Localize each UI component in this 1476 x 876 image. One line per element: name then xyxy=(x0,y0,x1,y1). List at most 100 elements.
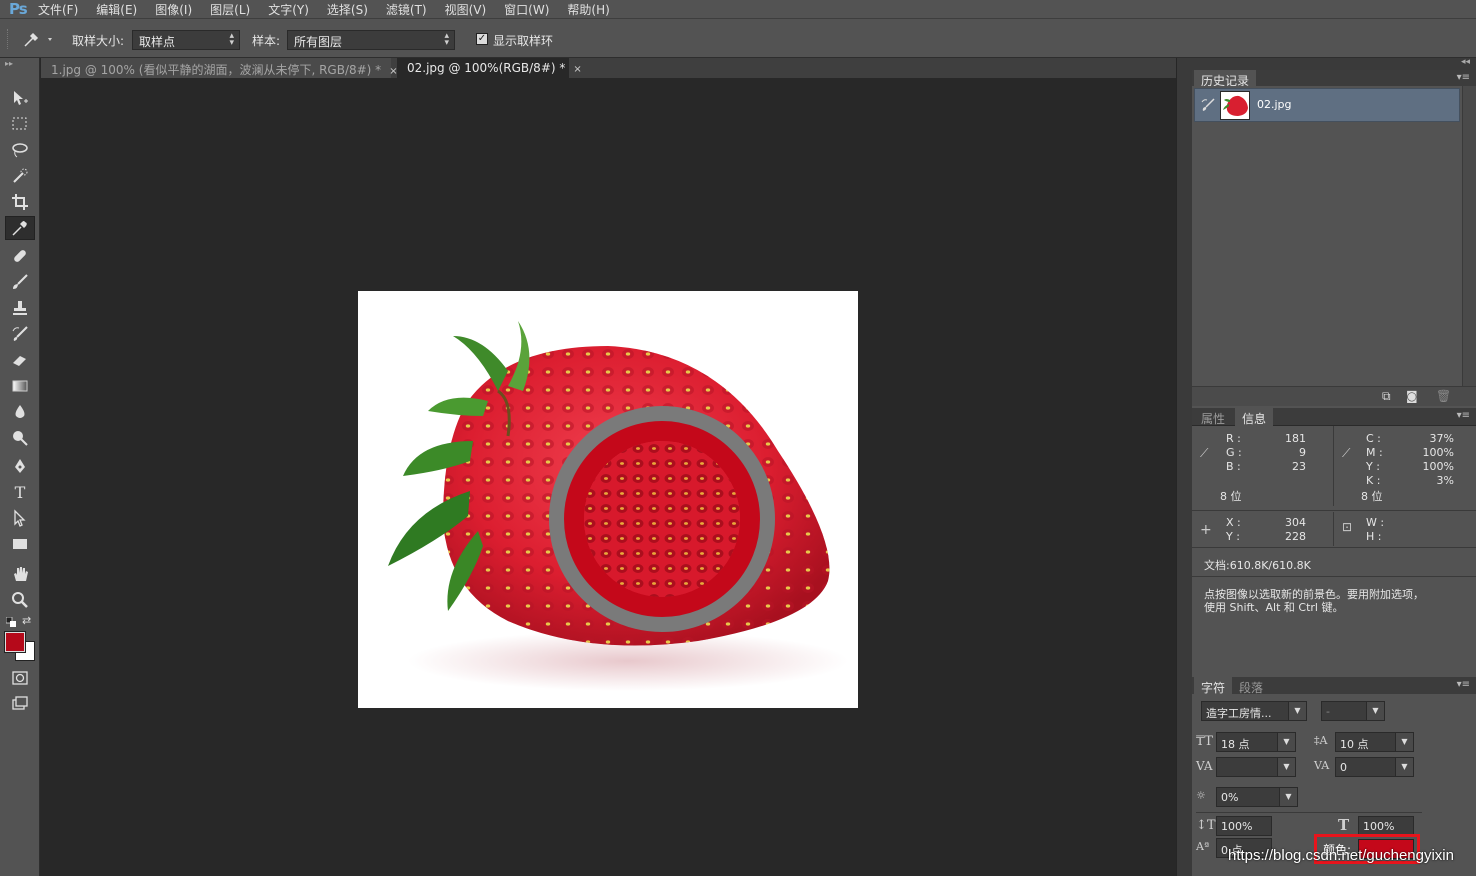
y-value: 100% xyxy=(1422,460,1454,473)
type-tool[interactable]: T xyxy=(5,480,35,504)
path-select-tool[interactable] xyxy=(5,506,35,530)
collapse-icon[interactable]: ◂◂ xyxy=(1461,57,1470,67)
menu-help[interactable]: 帮助(H) xyxy=(567,1,609,18)
tab-02jpg[interactable]: 02.jpg @ 100%(RGB/8#) * × xyxy=(397,58,582,78)
c-value: 37% xyxy=(1429,432,1454,445)
sample-label: 样本: xyxy=(252,34,281,48)
font-size-field[interactable]: 18 点 ▼ xyxy=(1216,732,1296,752)
pen-icon xyxy=(15,459,25,473)
font-style-select[interactable]: - ▼ xyxy=(1321,701,1385,721)
eraser-icon xyxy=(13,356,26,366)
hand-tool[interactable] xyxy=(5,562,35,586)
document-tabs: 1.jpg @ 100% (看似平静的湖面，波澜从未停下, RGB/8#) * ×… xyxy=(41,58,1176,78)
menu-type[interactable]: 文字(Y) xyxy=(268,1,309,18)
lasso-tool[interactable] xyxy=(5,138,35,162)
horizontal-scale-value: 100% xyxy=(1363,820,1395,833)
m-value: 100% xyxy=(1422,446,1454,459)
app-logo: Ps xyxy=(9,0,28,18)
rectangle-tool[interactable] xyxy=(5,532,35,556)
history-scrollbar[interactable] xyxy=(1462,86,1476,386)
divider xyxy=(1192,576,1476,577)
history-snapshot-row[interactable]: 02.jpg xyxy=(1194,88,1460,122)
swap-colors-icon[interactable]: ⇄ xyxy=(22,614,31,627)
rgb-bits: 8 位 xyxy=(1220,490,1242,503)
tool-preset-picker[interactable] xyxy=(22,30,58,48)
crop-tool[interactable] xyxy=(5,190,35,214)
show-ring-checkbox[interactable]: ✓ xyxy=(476,33,488,45)
pen-tool[interactable] xyxy=(5,454,35,478)
eyedropper-tool[interactable] xyxy=(5,216,35,240)
close-icon[interactable]: × xyxy=(573,64,581,75)
history-footer: ⧉ ◙ 🗑 xyxy=(1192,386,1476,406)
kerning-field[interactable]: ▼ xyxy=(1216,757,1296,777)
menu-edit[interactable]: 编辑(E) xyxy=(96,1,137,18)
menu-select[interactable]: 选择(S) xyxy=(327,1,368,18)
vertical-scale-field[interactable]: 100% xyxy=(1216,816,1272,836)
screen-mode-tool[interactable] xyxy=(5,692,35,716)
tab-paragraph[interactable]: 段落 xyxy=(1232,677,1270,695)
brush-tool[interactable] xyxy=(5,270,35,294)
sample-size-select[interactable]: 取样点 ▴ ▾ xyxy=(132,30,240,50)
sample-select[interactable]: 所有图层 ▴ ▾ xyxy=(287,30,455,50)
horizontal-scale-field[interactable]: 100% xyxy=(1358,816,1414,836)
leading-field[interactable]: 10 点 ▼ xyxy=(1335,732,1414,752)
tab-info[interactable]: 信息 xyxy=(1235,408,1274,426)
menu-window[interactable]: 窗口(W) xyxy=(504,1,549,18)
panel-dock-strip xyxy=(1176,58,1192,876)
dock-header: ◂◂ xyxy=(1192,57,1476,70)
quick-select-tool[interactable] xyxy=(5,164,35,188)
menu-layer[interactable]: 图层(L) xyxy=(210,1,250,18)
panel-menu-icon[interactable]: ▾≡ xyxy=(1457,410,1470,421)
canvas-area[interactable] xyxy=(41,78,1176,876)
document-image[interactable] xyxy=(358,291,858,708)
dodge-tool[interactable] xyxy=(5,426,35,450)
selection-size-icon: ⊡ xyxy=(1342,520,1353,534)
tab-properties[interactable]: 属性 xyxy=(1194,408,1232,426)
vertical-scale-icon: ↕T xyxy=(1196,818,1216,833)
panel-menu-icon[interactable]: ▾≡ xyxy=(1457,72,1470,83)
new-document-icon[interactable]: ⧉ xyxy=(1382,389,1391,404)
healing-tool[interactable] xyxy=(5,244,35,268)
font-style-value: - xyxy=(1326,705,1330,718)
eraser-tool[interactable] xyxy=(5,348,35,372)
panel-menu-icon[interactable]: ▾≡ xyxy=(1457,679,1470,690)
y-coord-value: 228 xyxy=(1285,530,1306,543)
options-grip[interactable] xyxy=(7,29,10,49)
zoom-icon xyxy=(12,592,28,608)
menu-file[interactable]: 文件(F) xyxy=(38,1,78,18)
menu-view[interactable]: 视图(V) xyxy=(445,1,487,18)
r-value: 181 xyxy=(1285,432,1306,445)
divider xyxy=(1196,812,1422,813)
default-colors-icon[interactable] xyxy=(5,616,16,627)
zoom-tool[interactable] xyxy=(5,588,35,612)
collapse-icon[interactable]: ▸▸ xyxy=(0,58,39,70)
tab-1jpg[interactable]: 1.jpg @ 100% (看似平静的湖面，波澜从未停下, RGB/8#) * × xyxy=(41,58,398,78)
trash-icon[interactable]: 🗑 xyxy=(1436,389,1451,403)
history-brush-tool[interactable] xyxy=(5,322,35,346)
rectangle-icon xyxy=(13,539,27,549)
eyedropper-icon xyxy=(24,32,52,47)
quick-mask-tool[interactable] xyxy=(5,666,35,690)
stamp-tool[interactable] xyxy=(5,296,35,320)
tracking-value: 0 xyxy=(1340,761,1347,774)
move-tool[interactable] xyxy=(5,86,35,110)
chevron-down-icon: ▼ xyxy=(1288,702,1306,720)
divider xyxy=(1333,426,1334,506)
info-panel-header: 属性 信息 ▾≡ xyxy=(1192,408,1476,426)
gradient-tool[interactable] xyxy=(5,374,35,398)
camera-icon[interactable]: ◙ xyxy=(1406,389,1418,403)
tab-label: 02.jpg @ 100%(RGB/8#) * xyxy=(407,61,566,75)
foreground-color-swatch[interactable] xyxy=(4,631,26,653)
tab-character[interactable]: 字符 xyxy=(1194,677,1233,695)
blur-tool[interactable] xyxy=(5,400,35,424)
x-value: 304 xyxy=(1285,516,1306,529)
tracking-field[interactable]: 0 ▼ xyxy=(1335,757,1414,777)
snapshot-thumbnail xyxy=(1220,91,1250,120)
menu-filter[interactable]: 滤镜(T) xyxy=(386,1,427,18)
font-family-select[interactable]: 造字工房情... ▼ xyxy=(1201,701,1307,721)
y-coord-label: Y : xyxy=(1226,530,1240,543)
heal-icon xyxy=(14,250,26,262)
tsume-field[interactable]: 0% ▼ xyxy=(1216,787,1298,807)
marquee-tool[interactable] xyxy=(5,112,35,136)
menu-image[interactable]: 图像(I) xyxy=(155,1,192,18)
